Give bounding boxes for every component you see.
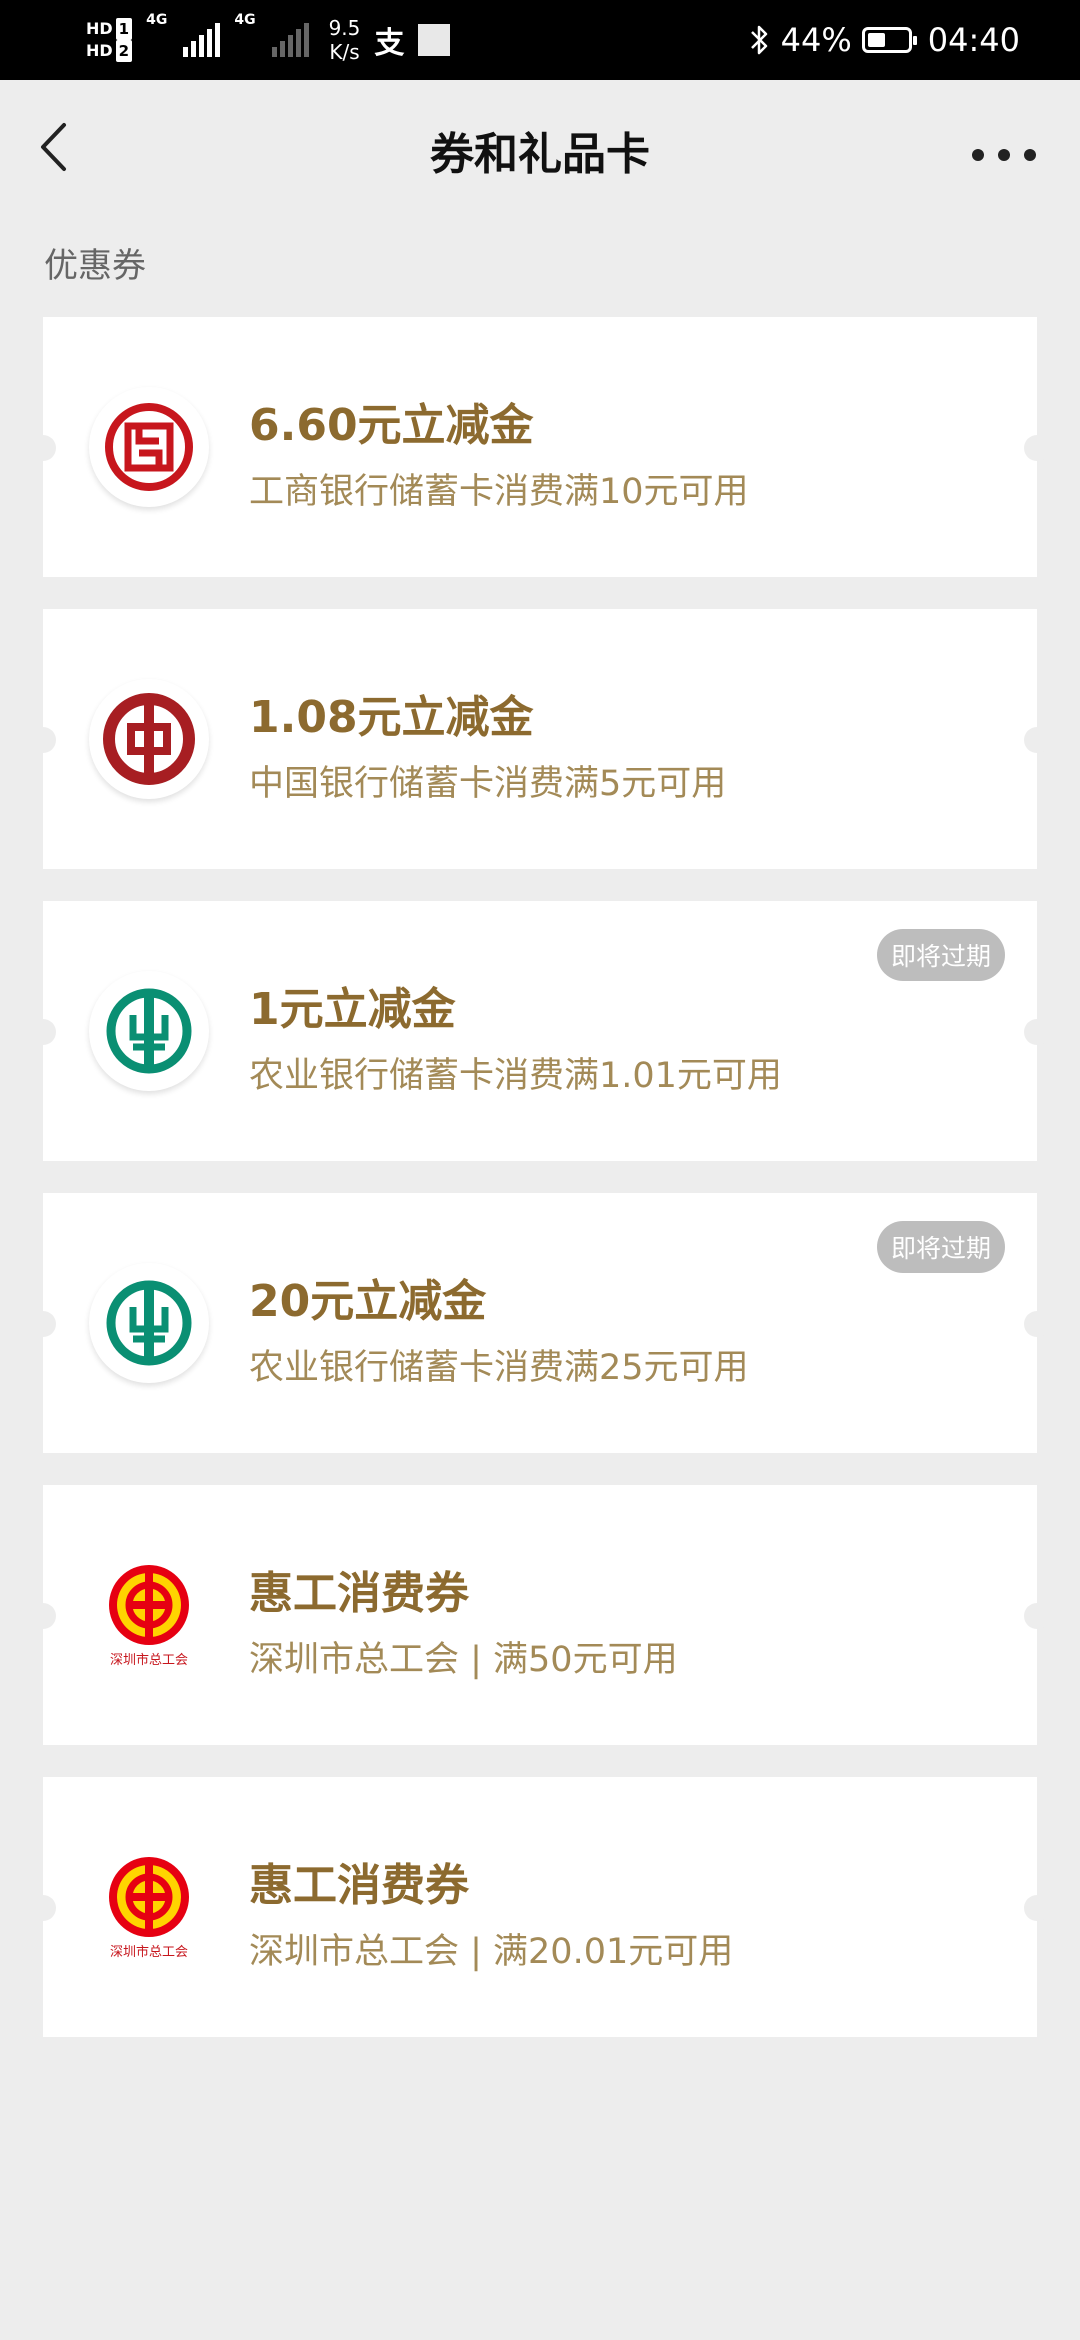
expiring-badge: 即将过期: [876, 1221, 1005, 1273]
union-logo-caption: 深圳市总工会: [109, 1652, 188, 1668]
more-dot-icon: [998, 149, 1010, 161]
union-logo-icon: 深圳市总工会: [89, 1847, 209, 1967]
coupon-description: 农业银行储蓄卡消费满1.01元可用: [249, 1056, 782, 1096]
speed-value: 9.5: [328, 16, 361, 40]
card-notch-right: [1024, 727, 1050, 753]
battery-icon: [861, 27, 917, 53]
abc-logo-icon: [89, 971, 209, 1091]
hd-label-1: HD: [86, 19, 113, 38]
coupon-card[interactable]: 深圳市总工会 惠工消费券 深圳市总工会 | 满50元可用: [30, 1485, 1050, 1745]
signal-2-icon: [271, 23, 309, 57]
notification-icon: [418, 24, 451, 56]
card-notch-left: [30, 727, 56, 753]
card-notch-left: [30, 1895, 56, 1921]
status-left: HD 1 HD 2 4G 4G 9.5 K/s 支: [86, 12, 451, 68]
abc-logo-icon: [89, 1263, 209, 1383]
coupon-description: 深圳市总工会 | 满20.01元可用: [249, 1932, 734, 1972]
coupon-title: 1.08元立减金: [249, 692, 534, 743]
coupon-card[interactable]: 6.60元立减金 工商银行储蓄卡消费满10元可用: [30, 317, 1050, 577]
coupon-description: 中国银行储蓄卡消费满5元可用: [249, 764, 727, 804]
card-notch-right: [1024, 1019, 1050, 1045]
more-dot-icon: [1024, 149, 1036, 161]
union-logo-icon: 深圳市总工会: [89, 1555, 209, 1675]
card-notch-right: [1024, 1311, 1050, 1337]
coupon-description: 工商银行储蓄卡消费满10元可用: [249, 472, 749, 512]
speed-unit: K/s: [329, 40, 360, 64]
page-title: 券和礼品卡: [430, 129, 650, 180]
card-notch-left: [30, 1311, 56, 1337]
coupon-card[interactable]: 即将过期 20元立减金 农业银行储蓄卡消费满25元可用: [30, 1193, 1050, 1453]
section-title-coupons: 优惠券: [44, 246, 146, 286]
sim-indicator: HD 1 HD 2: [86, 18, 133, 62]
card-notch-right: [1024, 1895, 1050, 1921]
coupon-title: 惠工消费券: [249, 1860, 469, 1911]
card-notch-right: [1024, 435, 1050, 461]
more-dot-icon: [972, 149, 984, 161]
card-notch-left: [30, 1019, 56, 1045]
navigation-bar: 券和礼品卡: [0, 80, 1080, 212]
more-button[interactable]: [972, 140, 1036, 170]
hd-label-2: HD: [86, 41, 113, 60]
sim-2-number: 2: [115, 40, 133, 62]
coupon-description: 农业银行储蓄卡消费满25元可用: [249, 1348, 749, 1388]
card-notch-left: [30, 1603, 56, 1629]
coupon-title: 1元立减金: [249, 984, 456, 1035]
sim-1-number: 1: [115, 18, 133, 40]
status-right: 44% 04:40: [749, 12, 1020, 68]
card-notch-right: [1024, 1603, 1050, 1629]
expiring-badge: 即将过期: [876, 929, 1005, 981]
union-logo-caption: 深圳市总工会: [109, 1944, 188, 1960]
coupon-card[interactable]: 1.08元立减金 中国银行储蓄卡消费满5元可用: [30, 609, 1050, 869]
coupon-title: 6.60元立减金: [249, 400, 534, 451]
coupon-card[interactable]: 深圳市总工会 惠工消费券 深圳市总工会 | 满20.01元可用: [30, 1777, 1050, 2037]
card-notch-left: [30, 435, 56, 461]
icbc-logo-icon: [89, 387, 209, 507]
coupon-title: 惠工消费券: [249, 1568, 469, 1619]
network-speed: 9.5 K/s: [329, 16, 361, 64]
network-type-1: 4G: [146, 12, 168, 28]
signal-1-icon: [183, 23, 221, 57]
coupon-description: 深圳市总工会 | 满50元可用: [249, 1640, 678, 1680]
bluetooth-icon: [750, 25, 767, 55]
coupon-title: 20元立减金: [249, 1276, 487, 1327]
alipay-icon: 支: [374, 26, 405, 61]
network-type-2: 4G: [234, 12, 256, 28]
coupon-card[interactable]: 即将过期 1元立减金 农业银行储蓄卡消费满1.01元可用: [30, 901, 1050, 1161]
battery-percent: 44%: [780, 21, 852, 59]
status-bar: HD 1 HD 2 4G 4G 9.5 K/s 支 44% 04:40: [0, 0, 1080, 80]
boc-logo-icon: [89, 679, 209, 799]
clock: 04:40: [927, 21, 1020, 59]
